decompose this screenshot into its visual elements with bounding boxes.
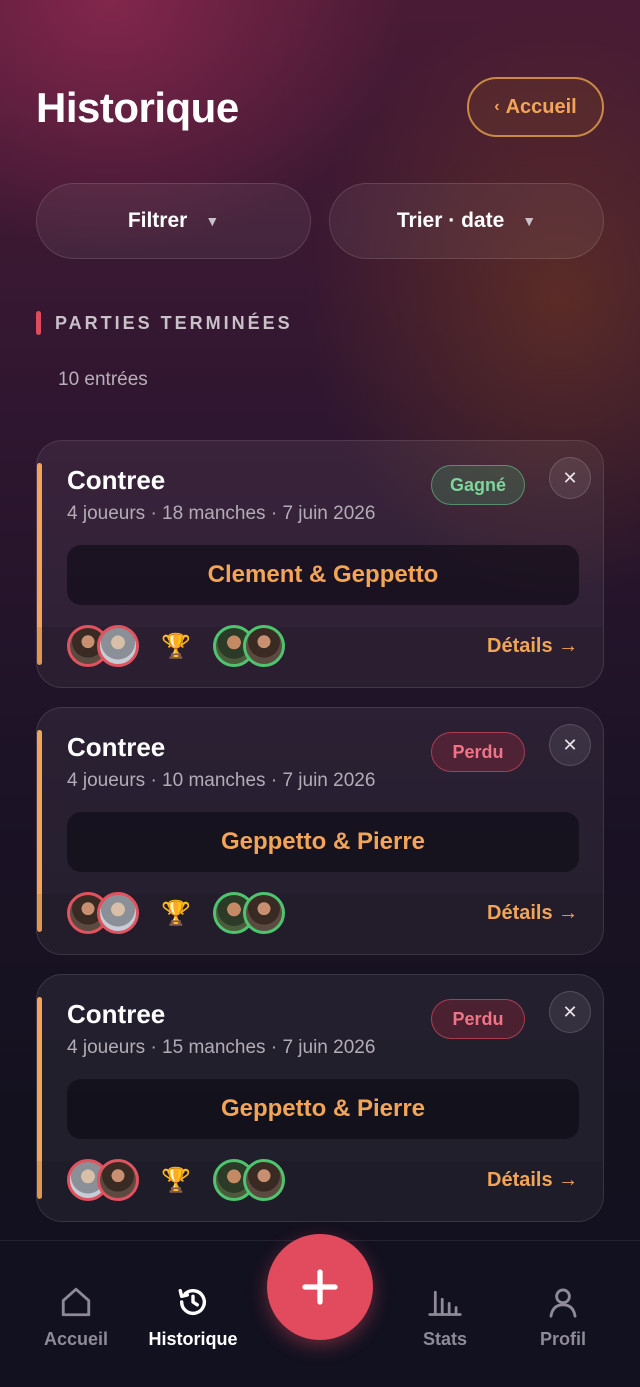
caret-down-icon: ▼ xyxy=(522,213,537,229)
close-icon: ✕ xyxy=(562,467,578,488)
nav-item-profile[interactable]: Profil xyxy=(503,1285,623,1350)
details-link[interactable]: Détails → xyxy=(487,902,578,925)
chevron-left-icon: ‹ xyxy=(494,98,500,115)
nav-item-stats[interactable]: Stats xyxy=(385,1285,505,1350)
home-icon xyxy=(61,1287,91,1317)
back-home-button[interactable]: ‹ Accueil xyxy=(467,77,604,137)
players-row: 🏆 xyxy=(67,892,285,934)
winners-label: Clement & Geppetto xyxy=(67,545,579,605)
nav-label-stats: Stats xyxy=(422,1329,467,1349)
section-title: PARTIES TERMINÉES xyxy=(55,312,293,333)
nav-label-home: Accueil xyxy=(43,1329,109,1349)
details-link[interactable]: Détails → xyxy=(487,635,578,658)
user-icon xyxy=(549,1288,577,1318)
entries-count: 10 entrées xyxy=(58,369,148,390)
sort-label: Trier · date xyxy=(396,209,505,232)
delete-game-button[interactable]: ✕ xyxy=(549,724,591,766)
avatar xyxy=(97,625,139,667)
game-meta: 4 joueurs · 18 manches · 7 juin 2026 xyxy=(67,503,376,524)
details-link[interactable]: Détails → xyxy=(487,1169,578,1192)
delete-game-button[interactable]: ✕ xyxy=(549,991,591,1033)
players-row: 🏆 xyxy=(67,1159,285,1201)
avatar xyxy=(242,892,285,934)
game-title: Contree xyxy=(67,732,166,762)
game-meta: 4 joueurs · 10 manches · 7 juin 2026 xyxy=(67,770,376,791)
plus-icon xyxy=(302,1269,338,1305)
section-accent-bar xyxy=(36,311,41,335)
game-card[interactable]: Contree 4 joueurs · 18 manches · 7 juin … xyxy=(36,440,604,688)
add-game-button[interactable] xyxy=(267,1234,373,1340)
result-badge: Perdu xyxy=(431,732,525,772)
avatar xyxy=(97,1159,139,1201)
nav-label-profile: Profil xyxy=(539,1329,586,1349)
sort-button[interactable]: Trier · date ▼ xyxy=(329,183,604,259)
trophy-icon: 🏆 xyxy=(161,1166,191,1194)
nav-item-home[interactable]: Accueil xyxy=(16,1285,136,1350)
trophy-icon: 🏆 xyxy=(161,899,191,927)
history-icon xyxy=(178,1288,207,1315)
nav-label-history: Historique xyxy=(148,1329,238,1349)
players-row: 🏆 xyxy=(67,625,285,667)
winners-label: Geppetto & Pierre xyxy=(67,812,579,872)
game-card[interactable]: Contree 4 joueurs · 15 manches · 7 juin … xyxy=(36,974,604,1222)
close-icon: ✕ xyxy=(562,1001,578,1022)
avatar xyxy=(242,625,285,667)
game-card[interactable]: Contree 4 joueurs · 10 manches · 7 juin … xyxy=(36,707,604,955)
filter-label: Filtrer xyxy=(127,209,188,232)
section-header: PARTIES TERMINÉES xyxy=(36,310,293,336)
filter-button[interactable]: Filtrer ▼ xyxy=(36,183,311,259)
caret-down-icon: ▼ xyxy=(205,213,220,229)
avatar xyxy=(97,892,139,934)
game-meta: 4 joueurs · 15 manches · 7 juin 2026 xyxy=(67,1037,376,1058)
winners-label: Geppetto & Pierre xyxy=(67,1079,579,1139)
avatar xyxy=(242,1159,285,1201)
delete-game-button[interactable]: ✕ xyxy=(549,457,591,499)
page-title: Historique xyxy=(36,84,239,131)
game-title: Contree xyxy=(67,465,166,495)
nav-item-history[interactable]: Historique xyxy=(133,1285,253,1350)
result-badge: Perdu xyxy=(431,999,525,1039)
game-title: Contree xyxy=(67,999,166,1029)
close-icon: ✕ xyxy=(562,734,578,755)
result-badge: Gagné xyxy=(431,465,525,505)
back-home-label: Accueil xyxy=(505,95,577,118)
stats-icon xyxy=(428,1290,462,1316)
trophy-icon: 🏆 xyxy=(161,632,191,660)
